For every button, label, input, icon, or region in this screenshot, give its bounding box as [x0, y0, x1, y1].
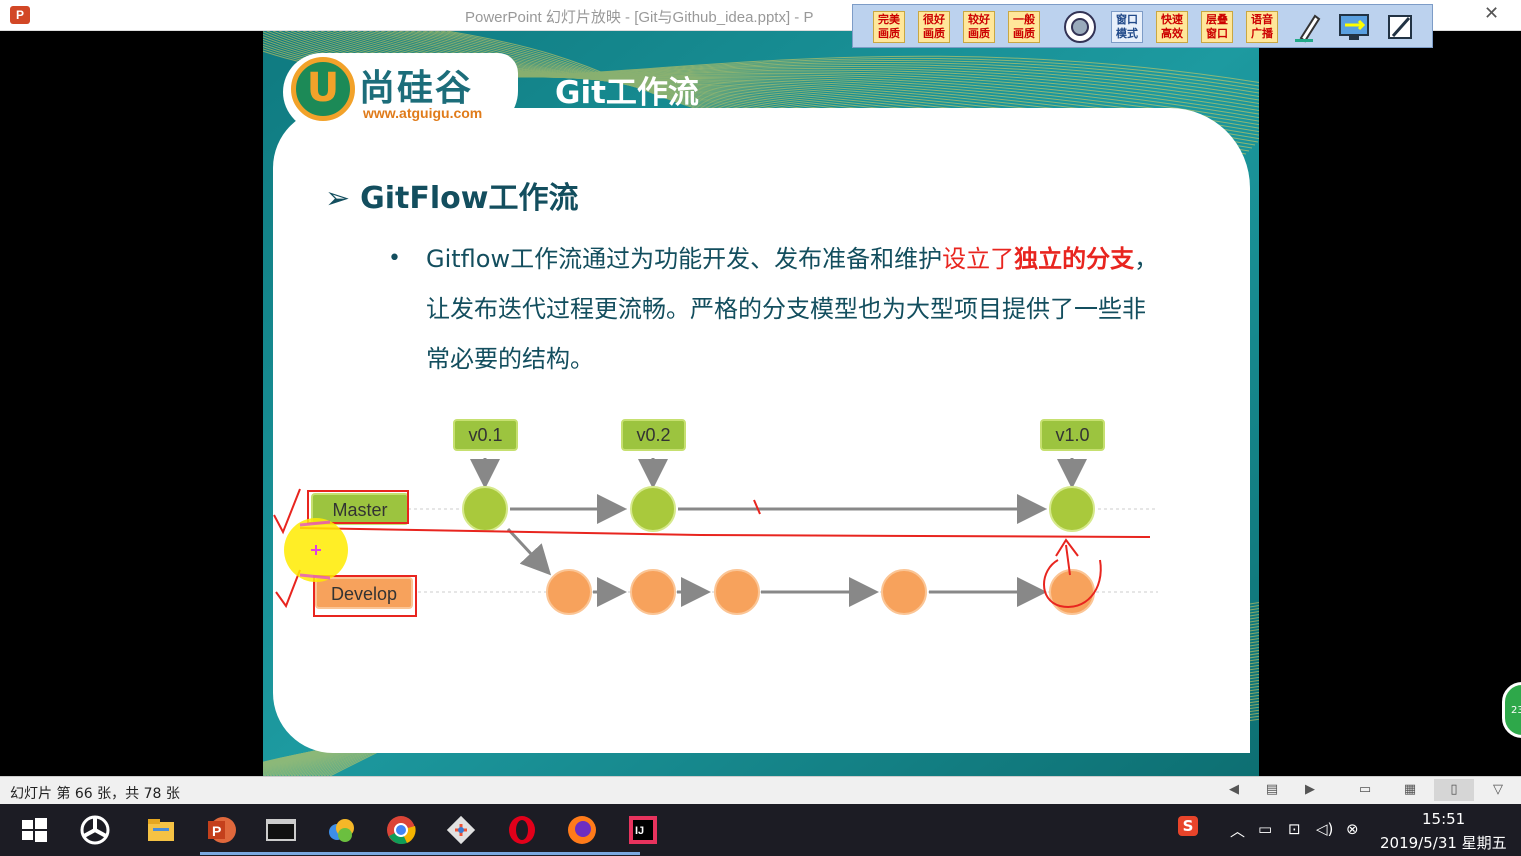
battery-icon[interactable]: ▭ — [1258, 820, 1272, 838]
develop-branch-label: Develop — [315, 577, 413, 609]
windows-taskbar: P IJ S ︿ ▭ ⊡ ◁) ⊗ 15:51 2019/5/31 星期五 — [0, 804, 1521, 856]
cascade-window-button[interactable]: 层叠窗口 — [1201, 11, 1233, 43]
fast-mode-button[interactable]: 快速高效 — [1156, 11, 1188, 43]
next-slide-icon[interactable]: ▶ — [1302, 783, 1318, 797]
opera-icon[interactable] — [506, 814, 538, 846]
branch-off-arrow — [506, 527, 552, 576]
slide-title: Git工作流 — [555, 75, 699, 111]
fan-icon[interactable] — [79, 814, 111, 846]
screen-share-icon[interactable] — [1337, 10, 1371, 44]
cloud-icon[interactable] — [325, 814, 357, 846]
bullet-highlight-2: 独立的分支 — [1014, 245, 1135, 273]
file-explorer-icon[interactable] — [145, 814, 177, 846]
heading-arrow-icon: ➢ — [325, 181, 351, 216]
svg-text:P: P — [212, 823, 221, 839]
status-bar: 幻灯片 第 66 张，共 78 张 ◀ ▤ ▶ ▭ ▦ ▯ ▽ — [0, 776, 1521, 805]
logo-u-emblem: U — [291, 57, 355, 121]
atguigu-logo: U 尚硅谷 www.atguigu.com — [283, 53, 518, 131]
perfect-quality-button[interactable]: 完美画质 — [873, 11, 905, 43]
master-commit-node — [1049, 486, 1095, 532]
ime-icon[interactable]: S — [1178, 816, 1198, 836]
slide[interactable]: U 尚硅谷 www.atguigu.com Git工作流 ➢ GitFlow工作流… — [263, 31, 1259, 776]
slideshow-icon[interactable]: ▽ — [1490, 783, 1506, 797]
bullet-text-part1: Gitflow工作流通过为功能开发、发布准备和维护 — [426, 245, 943, 273]
bullet-marker: • — [388, 246, 401, 271]
window-title: PowerPoint 幻灯片放映 - [Git与Github_idea.pptx… — [465, 9, 814, 26]
slide-sorter-icon[interactable]: ▦ — [1402, 783, 1418, 797]
slide-menu-icon[interactable]: ▤ — [1264, 783, 1280, 797]
volume-icon[interactable]: ◁) — [1316, 820, 1333, 838]
terminal-icon[interactable] — [265, 814, 297, 846]
logo-url: www.atguigu.com — [363, 105, 483, 121]
gitflow-diagram-canvas — [408, 458, 1158, 615]
powerpoint-app-icon[interactable]: P — [10, 6, 30, 24]
clear-icon[interactable] — [1383, 10, 1417, 44]
logo-text: 尚硅谷 — [359, 68, 474, 109]
chrome-icon[interactable] — [385, 814, 417, 846]
slide-counter: 幻灯片 第 66 张，共 78 张 — [10, 786, 180, 802]
speaker-icon[interactable] — [1063, 10, 1097, 44]
tag-v10: v1.0 — [1040, 419, 1105, 451]
close-window-icon[interactable]: ✕ — [1484, 3, 1499, 24]
screen-broadcast-toolbar: 完美画质 很好画质 较好画质 一般画质 窗口模式 快速高效 层叠窗口 语音广播 — [852, 4, 1433, 48]
git-icon[interactable] — [445, 814, 477, 846]
pen-icon[interactable] — [1291, 10, 1325, 44]
better-quality-button[interactable]: 较好画质 — [963, 11, 995, 43]
normal-quality-button[interactable]: 一般画质 — [1008, 11, 1040, 43]
section-heading: ➢ GitFlow工作流 — [325, 173, 579, 217]
start-icon[interactable] — [18, 814, 50, 846]
clock-date[interactable]: 2019/5/31 星期五 — [1380, 832, 1507, 853]
good-quality-button[interactable]: 很好画质 — [918, 11, 950, 43]
tag-v01: v0.1 — [453, 419, 518, 451]
master-commit-node — [462, 486, 508, 532]
normal-view-icon[interactable]: ▭ — [1357, 783, 1373, 797]
develop-commit-node — [714, 569, 760, 615]
develop-commit-node — [1049, 569, 1095, 615]
notification-blocked-icon[interactable]: ⊗ — [1346, 820, 1359, 838]
heading-text: GitFlow工作流 — [360, 181, 579, 216]
svg-text:IJ: IJ — [635, 825, 644, 837]
tray-expand-icon[interactable]: ︿ — [1230, 820, 1245, 841]
active-app-underline — [200, 852, 640, 855]
tag-v02: v0.2 — [621, 419, 686, 451]
firefox-icon[interactable] — [566, 814, 598, 846]
reading-view-icon[interactable]: ▯ — [1434, 779, 1474, 801]
master-branch-label: Master — [311, 493, 409, 525]
powerpoint-icon[interactable]: P — [205, 814, 237, 846]
clock-time[interactable]: 15:51 — [1422, 810, 1465, 828]
voice-broadcast-button[interactable]: 语音广播 — [1246, 11, 1278, 43]
develop-commit-node — [630, 569, 676, 615]
gitflow-diagram: v0.1 v0.2 v1.0 Master Develop — [263, 411, 1259, 671]
floating-badge[interactable]: 23 — [1502, 682, 1521, 738]
bullet-highlight-1: 设立了 — [942, 245, 1015, 273]
master-commit-node — [630, 486, 676, 532]
previous-slide-icon[interactable]: ◀ — [1226, 783, 1242, 797]
develop-commit-node — [881, 569, 927, 615]
bullet-paragraph: Gitflow工作流通过为功能开发、发布准备和维护设立了独立的分支，让发布迭代过… — [426, 234, 1166, 384]
network-icon[interactable]: ⊡ — [1288, 820, 1301, 838]
intellij-icon[interactable]: IJ — [627, 814, 659, 846]
develop-commit-node — [546, 569, 592, 615]
window-mode-button[interactable]: 窗口模式 — [1111, 11, 1143, 43]
